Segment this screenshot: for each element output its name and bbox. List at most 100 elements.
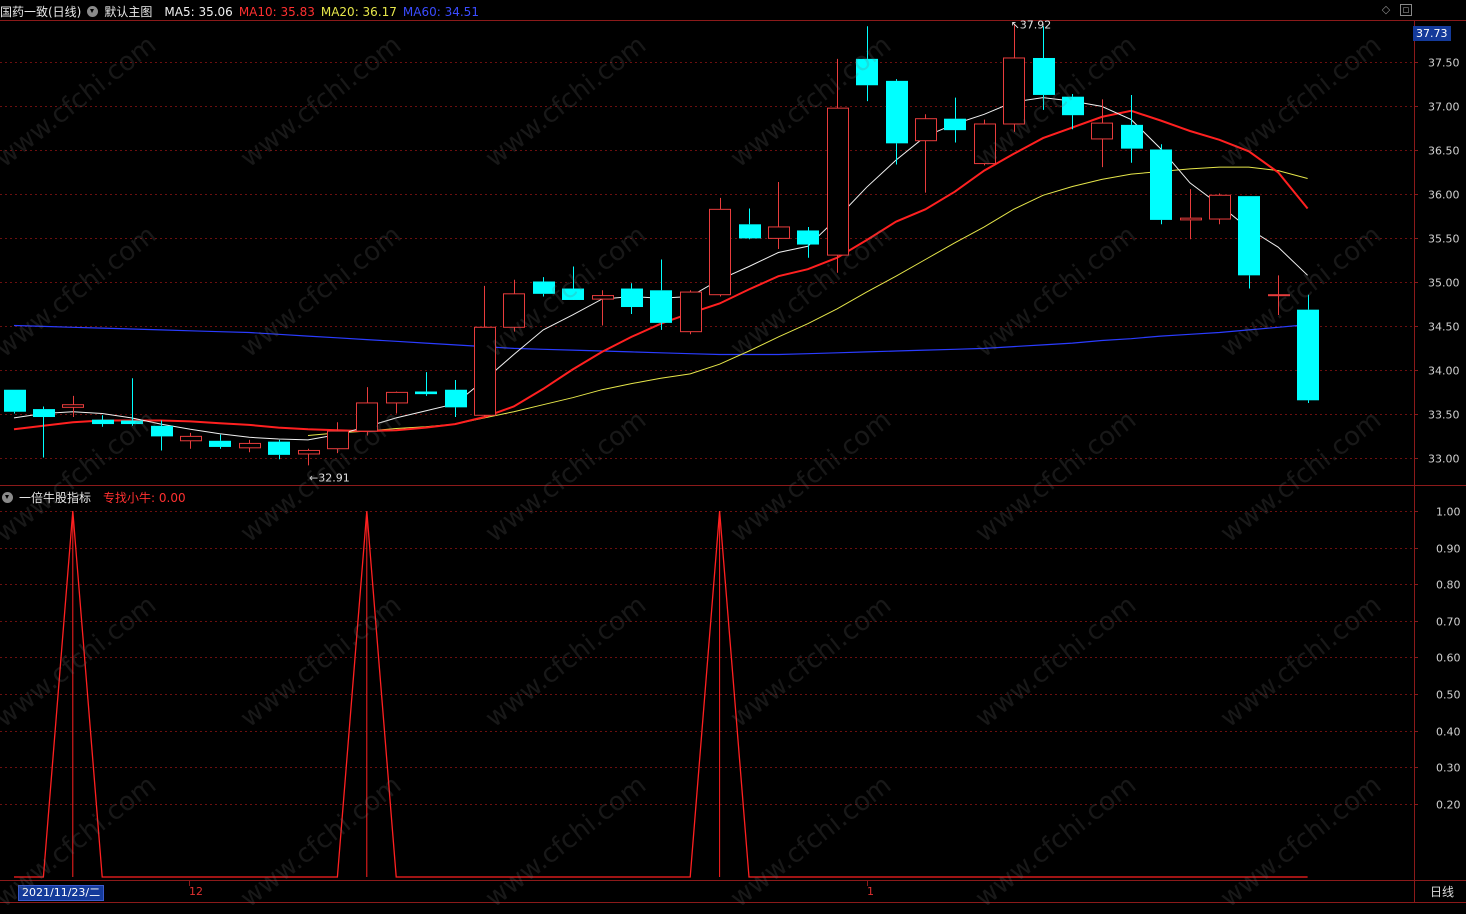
date-cursor-tag: 2021/11/23/二	[18, 885, 105, 901]
ma5-label: MA5: 35.06	[164, 5, 233, 19]
candle	[356, 387, 378, 436]
chart-stage: 37.50 37.00 36.50 36.00 35.50 35.00 34.50 34.00…	[0, 0, 1466, 914]
candle-body	[445, 389, 467, 408]
candle	[1150, 144, 1172, 225]
low-annotation: ←32.91	[309, 471, 350, 484]
y-tick-label: 37.50	[1428, 57, 1460, 70]
candle	[1003, 24, 1025, 132]
candle-body	[886, 80, 908, 144]
candle-body	[474, 326, 496, 416]
y-tick-label: 33.00	[1428, 453, 1460, 466]
candle-body	[121, 420, 143, 425]
y-tick-label: 36.00	[1428, 189, 1460, 202]
candle-body	[239, 442, 261, 449]
sub-grid: 1.00 0.90 0.80 0.70 0.60 0.50 0.40 0.30 0.20	[0, 506, 1461, 812]
candle-body	[944, 118, 966, 131]
candle-body	[974, 123, 996, 165]
candle-body	[209, 440, 231, 447]
sub-header: 一倍牛股指标 专找小牛: 0.00	[2, 487, 192, 507]
candle	[121, 378, 143, 426]
candle-body	[533, 281, 555, 294]
period-button[interactable]: 日线	[1418, 884, 1466, 900]
y-tick-label: 37.00	[1428, 101, 1460, 114]
main-menu-button[interactable]: 默认主图	[87, 5, 158, 19]
candle-body	[739, 224, 761, 239]
candle-body	[1091, 122, 1113, 140]
candle	[797, 226, 819, 258]
candle-body	[503, 293, 525, 328]
ma60-label: MA60: 34.51	[402, 5, 479, 19]
y-tick-label: 0.90	[1436, 543, 1461, 556]
stock-label: 国药一致(日线)	[0, 5, 82, 19]
month-mark-12: 12	[189, 885, 203, 898]
y-tick-label: 0.80	[1436, 579, 1461, 592]
candle-body	[915, 118, 937, 142]
candle-body	[592, 295, 614, 300]
candle	[445, 380, 467, 418]
main-header: 国药一致(日线) 默认主图 MA5: 35.06 MA10: 35.83 MA20: 3…	[0, 1, 485, 21]
candle	[915, 114, 937, 193]
candle	[474, 285, 496, 418]
candle-body	[650, 290, 672, 323]
candle-body	[268, 441, 290, 455]
ma5-line	[13, 97, 1308, 441]
candle-body	[1297, 309, 1319, 401]
candle-body	[1238, 196, 1260, 276]
candle-body	[1180, 217, 1202, 221]
candle	[327, 422, 349, 454]
candle	[239, 439, 261, 453]
maximize-icon[interactable]: ▫	[1400, 4, 1412, 16]
ma10-line	[13, 109, 1309, 433]
y-tick-label: 33.50	[1428, 409, 1460, 422]
candle-body	[33, 409, 55, 418]
candle-body	[356, 402, 378, 432]
candle	[503, 279, 525, 332]
y-tick-label: 35.00	[1428, 277, 1460, 290]
y-tick-label: 0.50	[1436, 689, 1461, 702]
candle-body	[797, 230, 819, 245]
chart-svg[interactable]: 37.50 37.00 36.50 36.00 35.50 35.00 34.50 34.00…	[0, 0, 1466, 903]
candle	[298, 448, 320, 466]
current-price-tag: 37.73	[1413, 26, 1451, 41]
y-tick-label: 35.50	[1428, 233, 1460, 246]
candle	[386, 391, 408, 414]
y-tick-label: 0.40	[1436, 726, 1461, 739]
ma20-label: MA20: 36.17	[320, 5, 397, 19]
candle	[1268, 275, 1290, 315]
candle-body	[386, 391, 408, 404]
candle	[562, 266, 584, 300]
candle	[856, 26, 878, 102]
y-tick-label: 36.50	[1428, 145, 1460, 158]
candle	[1180, 189, 1202, 240]
candle-body	[768, 226, 790, 239]
candle	[886, 79, 908, 165]
indicator-menu-button[interactable]: 一倍牛股指标	[2, 491, 97, 505]
candle	[209, 434, 231, 449]
candle-body	[1033, 57, 1055, 95]
candle	[268, 439, 290, 460]
candle	[92, 415, 114, 427]
candle	[1209, 193, 1231, 225]
y-tick-label: 0.60	[1436, 652, 1461, 665]
candle	[680, 290, 702, 335]
main-label: 默认主图	[104, 5, 153, 19]
candle-body	[180, 435, 202, 442]
candle	[621, 283, 643, 315]
candle-body	[621, 288, 643, 308]
signal-label: 专找小牛: 0.00	[103, 491, 186, 505]
y-tick-label: 0.70	[1436, 616, 1461, 629]
dropdown-icon	[2, 492, 13, 503]
month-mark-1: 1	[867, 885, 874, 898]
candle	[944, 97, 966, 143]
candle	[180, 432, 202, 449]
y-tick-label: 1.00	[1436, 506, 1461, 519]
candle-body	[1003, 57, 1025, 125]
candle-body	[1062, 96, 1084, 116]
diamond-icon[interactable]: ◇	[1380, 4, 1392, 16]
ma60-line	[13, 324, 1308, 356]
candles	[4, 24, 1319, 466]
dropdown-icon	[87, 6, 99, 17]
candle	[533, 277, 555, 297]
candle	[151, 420, 173, 451]
candle-body	[709, 208, 731, 296]
